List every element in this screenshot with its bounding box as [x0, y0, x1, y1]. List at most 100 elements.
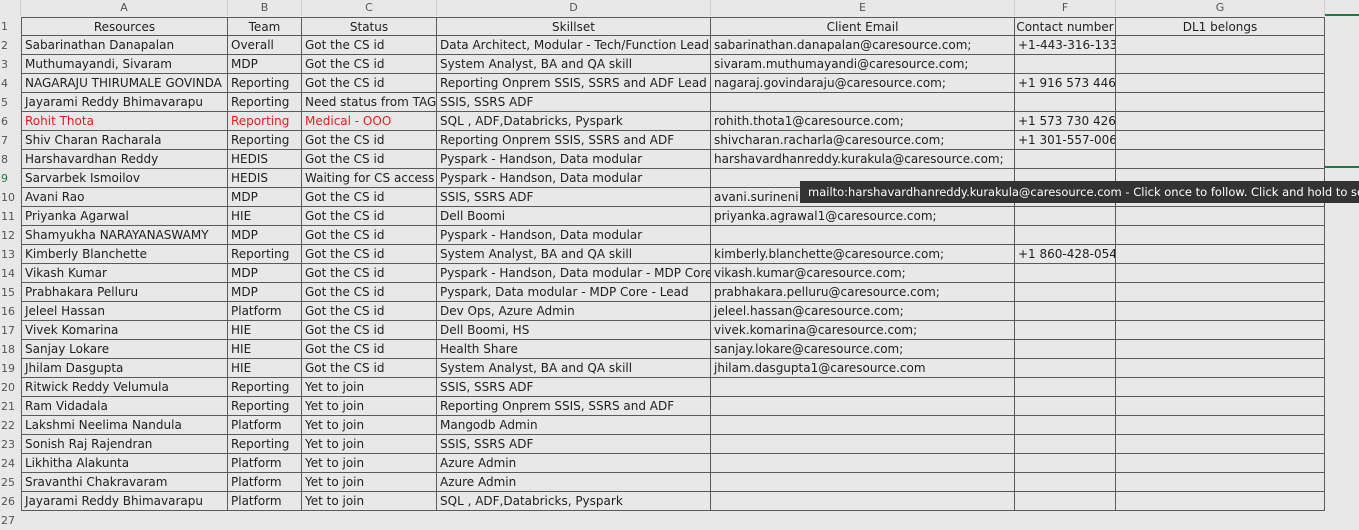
row-number[interactable]: 23 [0, 435, 20, 454]
table-cell[interactable]: Got the CS id [302, 321, 437, 340]
table-cell[interactable]: Data Architect, Modular - Tech/Function … [437, 36, 711, 55]
table-cell[interactable]: HEDIS [228, 169, 302, 188]
table-cell[interactable] [711, 226, 1015, 245]
table-cell[interactable]: Reporting [228, 245, 302, 264]
row-number[interactable]: 18 [0, 340, 20, 359]
table-cell[interactable]: sivaram.muthumayandi@caresource.com; [711, 55, 1015, 74]
table-cell[interactable]: Lakshmi Neelima Nandula [21, 416, 228, 435]
table-cell[interactable] [1116, 93, 1325, 112]
table-cell[interactable]: MDP [228, 226, 302, 245]
table-cell[interactable]: Reporting [228, 131, 302, 150]
table-cell[interactable]: Reporting [228, 74, 302, 93]
table-cell[interactable]: Platform [228, 454, 302, 473]
table-cell[interactable]: HIE [228, 321, 302, 340]
row-number[interactable]: 21 [0, 397, 20, 416]
table-cell[interactable]: kimberly.blanchette@caresource.com; [711, 245, 1015, 264]
table-cell[interactable] [1015, 283, 1116, 302]
table-cell[interactable]: Reporting Onprem SSIS, SSRS and ADF Lead [437, 74, 711, 93]
table-cell[interactable]: Sarvarbek Ismoilov [21, 169, 228, 188]
row-number[interactable]: 15 [0, 283, 20, 302]
row-number[interactable]: 12 [0, 226, 20, 245]
column-header-c[interactable]: C [302, 0, 437, 16]
table-cell[interactable]: HEDIS [228, 150, 302, 169]
table-cell[interactable]: Jhilam Dasgupta [21, 359, 228, 378]
table-cell[interactable] [1116, 340, 1325, 359]
table-cell[interactable]: Sanjay Lokare [21, 340, 228, 359]
table-cell[interactable] [1116, 36, 1325, 55]
table-cell[interactable]: HIE [228, 207, 302, 226]
row-number[interactable]: 24 [0, 454, 20, 473]
table-cell[interactable]: MDP [228, 55, 302, 74]
table-cell[interactable] [1015, 340, 1116, 359]
table-cell[interactable]: Reporting [228, 93, 302, 112]
column-title[interactable]: Client Email [711, 17, 1015, 36]
table-cell[interactable] [1015, 226, 1116, 245]
table-cell[interactable]: Need status from TAG [302, 93, 437, 112]
table-cell[interactable]: Platform [228, 302, 302, 321]
table-cell[interactable] [1015, 492, 1116, 511]
table-cell[interactable] [1116, 207, 1325, 226]
table-cell[interactable] [1116, 226, 1325, 245]
table-cell[interactable]: Platform [228, 473, 302, 492]
column-header-e[interactable]: E [711, 0, 1015, 16]
table-cell[interactable] [1116, 378, 1325, 397]
table-cell[interactable]: Yet to join [302, 416, 437, 435]
table-cell[interactable]: SSIS, SSRS ADF [437, 378, 711, 397]
table-cell[interactable]: +1 860-428-0545 [1015, 245, 1116, 264]
table-cell[interactable] [1015, 397, 1116, 416]
table-cell[interactable]: Yet to join [302, 473, 437, 492]
table-cell[interactable]: Yet to join [302, 492, 437, 511]
table-cell[interactable]: rohith.thota1@caresource.com; [711, 112, 1015, 131]
table-cell[interactable]: Mangodb Admin [437, 416, 711, 435]
row-number[interactable]: 2 [0, 36, 20, 55]
table-cell[interactable]: Azure Admin [437, 454, 711, 473]
row-number[interactable]: 10 [0, 188, 20, 207]
table-cell[interactable]: Pyspark - Handson, Data modular [437, 150, 711, 169]
table-cell[interactable] [711, 492, 1015, 511]
table-cell[interactable]: Health Share [437, 340, 711, 359]
table-cell[interactable]: Sabarinathan Danapalan [21, 36, 228, 55]
column-title[interactable]: Skillset [437, 17, 711, 36]
table-cell[interactable] [711, 397, 1015, 416]
table-cell[interactable]: SSIS, SSRS ADF [437, 435, 711, 454]
table-cell[interactable] [1116, 55, 1325, 74]
table-cell[interactable]: Pyspark - Handson, Data modular [437, 169, 711, 188]
table-cell[interactable]: Got the CS id [302, 264, 437, 283]
column-header-g[interactable]: G [1116, 0, 1325, 16]
table-cell[interactable] [711, 93, 1015, 112]
column-title[interactable]: Team [228, 17, 302, 36]
table-cell[interactable]: SQL , ADF,Databricks, Pyspark [437, 112, 711, 131]
table-cell[interactable]: System Analyst, BA and QA skill [437, 245, 711, 264]
table-cell[interactable]: Yet to join [302, 378, 437, 397]
table-cell[interactable]: Pyspark - Handson, Data modular [437, 226, 711, 245]
table-cell[interactable]: Kimberly Blanchette [21, 245, 228, 264]
column-title[interactable]: DL1 belongs [1116, 17, 1325, 36]
table-cell[interactable]: Got the CS id [302, 359, 437, 378]
table-cell[interactable] [1015, 416, 1116, 435]
table-cell[interactable]: Dell Boomi [437, 207, 711, 226]
table-cell[interactable]: Muthumayandi, Sivaram [21, 55, 228, 74]
table-cell[interactable]: HIE [228, 359, 302, 378]
table-cell[interactable] [1015, 359, 1116, 378]
table-cell[interactable]: jhilam.dasgupta1@caresource.com [711, 359, 1015, 378]
column-title[interactable]: Status [302, 17, 437, 36]
row-number[interactable]: 9 [0, 169, 20, 188]
table-cell[interactable]: harshavardhanreddy.kurakula@caresource.c… [711, 150, 1015, 169]
table-cell[interactable]: Got the CS id [302, 150, 437, 169]
table-cell[interactable]: Overall [228, 36, 302, 55]
row-number[interactable]: 27 [0, 511, 20, 530]
table-cell[interactable]: shivcharan.racharla@caresource.com; [711, 131, 1015, 150]
table-cell[interactable]: Yet to join [302, 397, 437, 416]
table-cell[interactable]: Jayarami Reddy Bhimavarapu [21, 492, 228, 511]
table-cell[interactable]: Got the CS id [302, 340, 437, 359]
table-cell[interactable]: MDP [228, 188, 302, 207]
column-header-d[interactable]: D [437, 0, 711, 16]
table-cell[interactable]: Vivek Komarina [21, 321, 228, 340]
table-cell[interactable]: Got the CS id [302, 55, 437, 74]
table-cell[interactable]: SSIS, SSRS ADF [437, 188, 711, 207]
table-cell[interactable]: System Analyst, BA and QA skill [437, 359, 711, 378]
table-cell[interactable]: Dell Boomi, HS [437, 321, 711, 340]
table-cell[interactable]: Got the CS id [302, 245, 437, 264]
table-cell[interactable] [1015, 378, 1116, 397]
row-number[interactable]: 11 [0, 207, 20, 226]
